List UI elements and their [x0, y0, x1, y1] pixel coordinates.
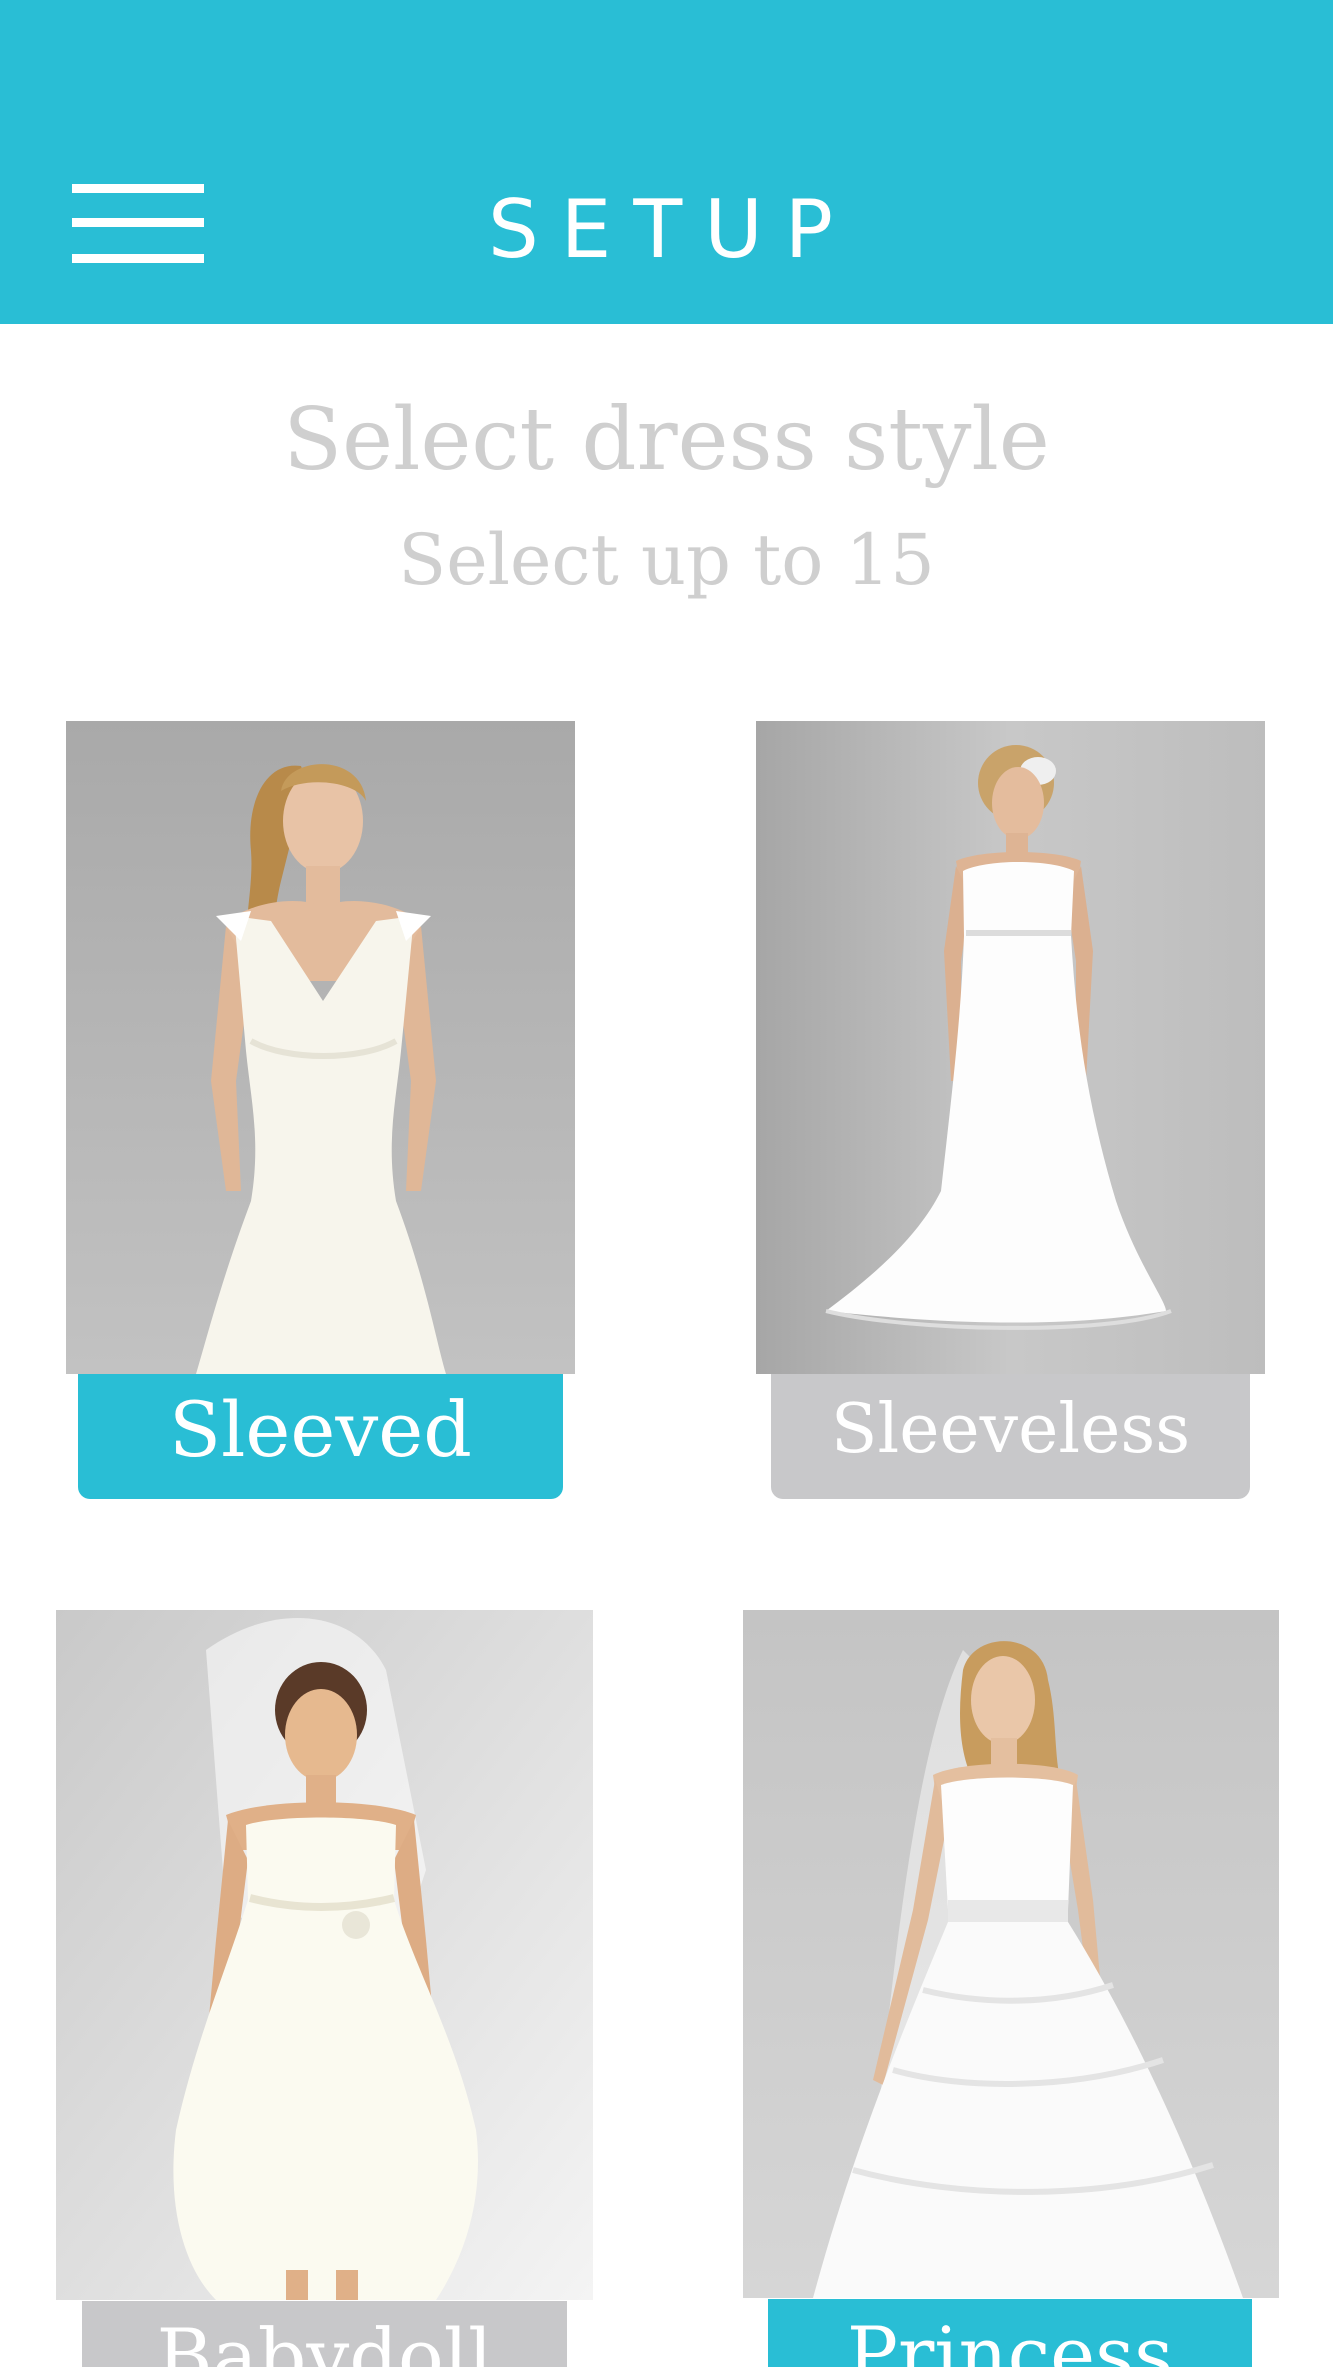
dress-style-card-sleeved[interactable]: Sleeved	[66, 721, 576, 1501]
style-label-sleeveless[interactable]: Sleeveless	[771, 1374, 1250, 1499]
selection-limit-text: Select up to 15	[398, 519, 935, 601]
top-app-bar: SETUP	[0, 0, 1333, 324]
style-label-babydoll[interactable]: Babydoll	[82, 2301, 567, 2367]
style-label-sleeved[interactable]: Sleeved	[78, 1374, 563, 1499]
dress-style-card-babydoll[interactable]: Babydoll	[56, 1610, 594, 2367]
page-title: SETUP	[488, 183, 855, 276]
dress-style-card-sleeveless[interactable]: Sleeveless	[756, 721, 1266, 1501]
dress-photo-sleeveless[interactable]	[756, 721, 1265, 1374]
style-label-princess[interactable]: Princess	[768, 2299, 1252, 2367]
dress-style-card-princess[interactable]: Princess	[743, 1610, 1280, 2367]
dress-photo-princess[interactable]	[743, 1610, 1279, 2298]
section-heading: Select dress style	[283, 390, 1050, 490]
dress-photo-sleeved[interactable]	[66, 721, 575, 1374]
setup-screen: SETUP Select dress style Select up to 15	[0, 0, 1333, 2367]
dress-photo-babydoll[interactable]	[56, 1610, 593, 2300]
